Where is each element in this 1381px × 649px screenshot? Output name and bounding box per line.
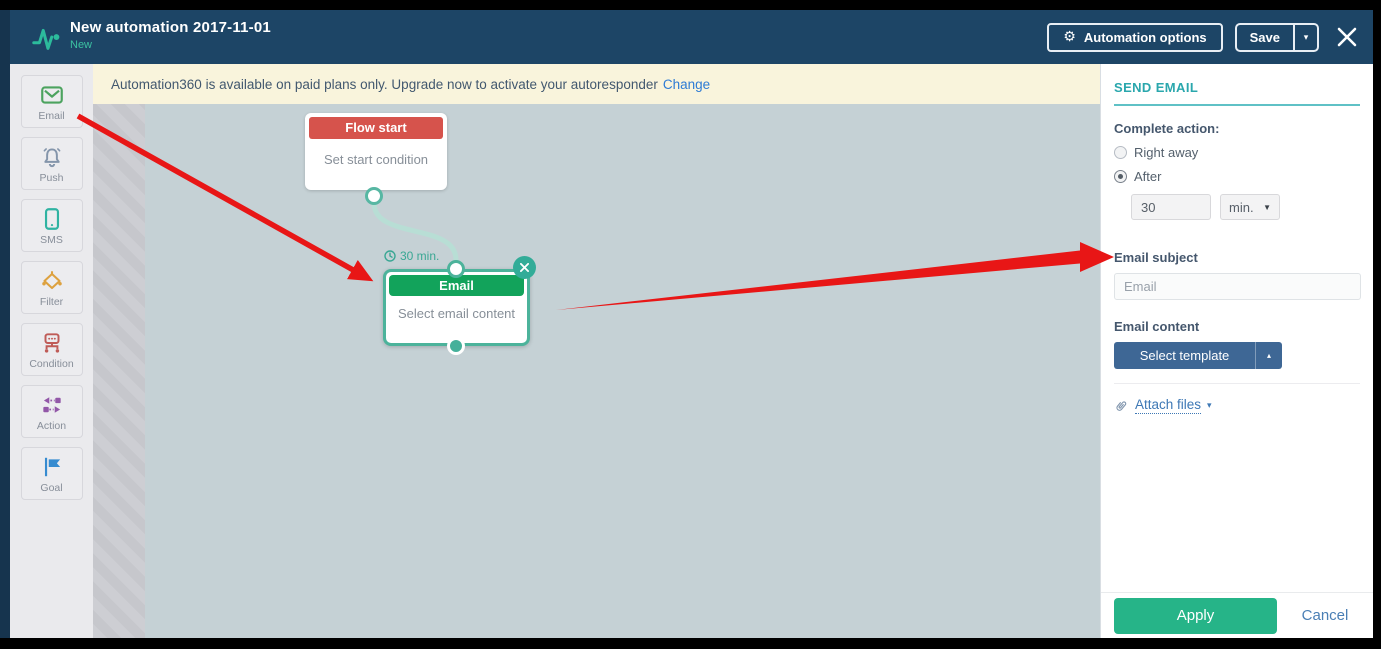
delay-badge: 30 min.: [384, 249, 439, 263]
page-title: New automation 2017-11-01: [70, 19, 271, 36]
connector-port-flow-start-out[interactable]: [365, 187, 383, 205]
delay-value-input[interactable]: [1131, 194, 1211, 220]
header-actions: ⚙ Automation options Save ▾: [1047, 10, 1359, 64]
attach-files-label: Attach files: [1135, 397, 1202, 414]
chevron-up-icon: ▴: [1255, 342, 1282, 369]
left-nav-rail: [0, 10, 10, 638]
sidebar-item-label: Push: [39, 171, 64, 184]
complete-action-label: Complete action:: [1114, 121, 1220, 136]
flow-start-block[interactable]: Flow start Set start condition: [305, 113, 447, 190]
sidebar-item-label: Action: [36, 419, 67, 432]
sidebar-item-filter[interactable]: Filter: [20, 261, 83, 314]
send-email-settings-panel: SEND EMAIL Complete action: Right away A…: [1100, 64, 1373, 638]
email-block-title: Email: [389, 275, 524, 296]
bell-icon: [43, 147, 60, 167]
chevron-down-icon: ▼: [1263, 202, 1271, 212]
flow-canvas[interactable]: [145, 64, 1100, 638]
phone-icon: [44, 207, 59, 230]
sidebar-item-label: Email: [38, 109, 65, 122]
sidebar-item-condition[interactable]: Condition: [20, 323, 83, 376]
attach-files-link[interactable]: Attach files ▾: [1114, 397, 1360, 414]
close-icon: [520, 263, 529, 272]
email-subject-input[interactable]: [1114, 273, 1361, 300]
cancel-link[interactable]: Cancel: [1277, 607, 1373, 624]
delay-unit-select[interactable]: min. ▼: [1220, 194, 1280, 220]
panel-footer: Apply Cancel: [1101, 592, 1373, 638]
email-block[interactable]: Email Select email content: [383, 269, 530, 346]
block-palette-sidebar: Email Push SMS Filter Condition Action G…: [10, 64, 93, 638]
radio-circle[interactable]: [1114, 146, 1127, 159]
filter-diamond-icon: [41, 270, 62, 289]
sidebar-item-label: Goal: [40, 481, 63, 494]
select-template-button[interactable]: Select template ▴: [1114, 342, 1282, 369]
flow-start-block-title: Flow start: [309, 117, 443, 139]
pulse-logo-icon: [32, 28, 60, 50]
sidebar-item-label: Condition: [29, 357, 74, 370]
sidebar-item-email[interactable]: Email: [20, 75, 83, 128]
email-content-label: Email content: [1114, 319, 1200, 334]
header: New automation 2017-11-01 New ⚙ Automati…: [10, 10, 1373, 64]
email-block-body: Select email content: [397, 306, 516, 321]
sidebar-item-goal[interactable]: Goal: [20, 447, 83, 500]
clock-icon: [384, 250, 396, 262]
sidebar-item-label: SMS: [40, 233, 63, 246]
select-template-label: Select template: [1139, 348, 1230, 363]
canvas-edge-stripes: [93, 64, 145, 638]
close-icon: [1337, 27, 1357, 47]
radio-circle[interactable]: [1114, 170, 1127, 183]
flow-start-block-body: Set start condition: [323, 152, 429, 167]
page-subtitle: New: [70, 39, 93, 51]
goal-flag-icon: [44, 457, 60, 476]
action-icon: [42, 396, 61, 413]
panel-title-underline: [1114, 104, 1360, 106]
automation-builder-screen: New automation 2017-11-01 New ⚙ Automati…: [0, 0, 1381, 649]
panel-title: SEND EMAIL: [1114, 80, 1199, 95]
upgrade-notification-bar: Automation360 is available on paid plans…: [93, 64, 1100, 104]
sidebar-item-push[interactable]: Push: [20, 137, 83, 190]
automation-options-label: Automation options: [1083, 29, 1207, 45]
delay-unit-value: min.: [1229, 199, 1254, 215]
envelope-icon: [40, 85, 63, 104]
delay-settings-row: min. ▼: [1131, 194, 1360, 220]
close-button[interactable]: [1335, 25, 1359, 49]
save-button-group: Save ▾: [1234, 22, 1319, 52]
apply-button[interactable]: Apply: [1114, 597, 1277, 634]
radio-after-label: After: [1134, 169, 1162, 184]
sidebar-item-sms[interactable]: SMS: [20, 199, 83, 252]
change-link[interactable]: Change: [663, 77, 710, 92]
panel-divider: [1114, 383, 1360, 384]
notification-text: Automation360 is available on paid plans…: [111, 76, 658, 92]
sidebar-item-label: Filter: [39, 295, 64, 308]
email-subject-label: Email subject: [1114, 250, 1198, 265]
automation-options-button[interactable]: ⚙ Automation options: [1047, 22, 1223, 52]
connector-port-email-out[interactable]: [447, 337, 465, 355]
delete-block-button[interactable]: [513, 256, 536, 279]
save-dropdown-caret[interactable]: ▾: [1293, 24, 1317, 50]
delay-badge-label: 30 min.: [400, 249, 440, 263]
save-button[interactable]: Save: [1237, 25, 1293, 50]
connector-port-email-in[interactable]: [447, 260, 465, 278]
sidebar-item-action[interactable]: Action: [20, 385, 83, 438]
paperclip-icon: [1116, 401, 1127, 411]
chevron-down-icon: ▾: [1207, 400, 1212, 410]
gear-icon: ⚙: [1063, 29, 1076, 45]
header-titles: New automation 2017-11-01 New: [70, 19, 271, 51]
condition-icon: [44, 332, 59, 353]
radio-right-away-label: Right away: [1134, 145, 1199, 160]
radio-right-away[interactable]: Right away: [1114, 145, 1360, 160]
radio-after[interactable]: After: [1114, 169, 1360, 184]
